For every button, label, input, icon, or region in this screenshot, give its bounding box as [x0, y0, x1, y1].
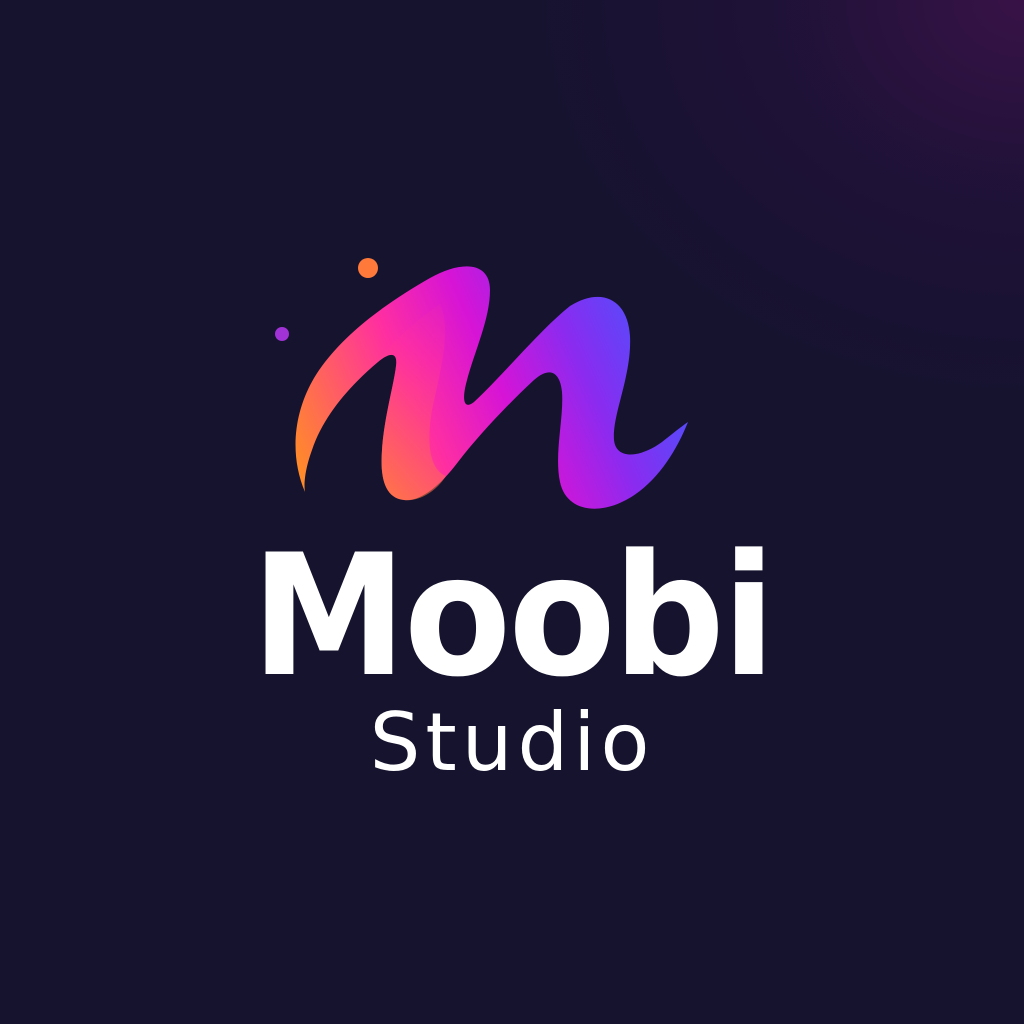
brand-name: Moobi: [251, 518, 775, 714]
brand-tagline: Studio: [369, 696, 655, 789]
orange-dot-icon: [358, 258, 378, 278]
brand-logo: [275, 258, 688, 509]
m-brush-stroke-icon: [295, 266, 688, 509]
purple-dot-icon: [275, 327, 289, 341]
logo-canvas: Moobi Studio: [0, 0, 1024, 1024]
